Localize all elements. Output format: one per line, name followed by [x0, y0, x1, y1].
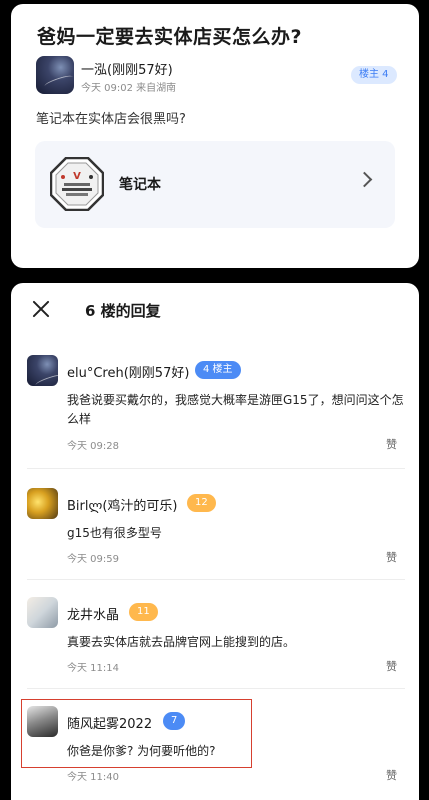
laptop-topic-logo: V	[50, 157, 104, 211]
level-badge: 11	[129, 603, 158, 621]
like-button[interactable]: 赞	[386, 436, 397, 452]
post-title: 爸妈一定要去实体店买怎么办?	[37, 26, 303, 48]
reply-panel: 6 楼的回复 elu°Creh(刚刚57好) 4 楼主 我爸说要买戴尔的，我感觉…	[11, 283, 419, 800]
op-badge: 楼主 4	[351, 66, 397, 84]
topic-card[interactable]: V 笔记本	[35, 141, 395, 228]
chevron-right-icon	[356, 171, 373, 188]
reply-text: g15也有很多型号	[67, 526, 162, 540]
reply-username[interactable]: Birlლ(鸡汁的可乐)	[67, 495, 177, 514]
close-icon[interactable]	[31, 299, 51, 319]
reply-avatar[interactable]	[27, 597, 58, 628]
svg-text:V: V	[73, 171, 81, 182]
floor-badge: 4 楼主	[195, 361, 241, 379]
author-avatar[interactable]	[36, 56, 74, 94]
reply-username[interactable]: 龙井水晶	[67, 604, 119, 623]
reply-text: 真要去实体店就去品牌官网上能搜到的店。	[67, 635, 296, 649]
reply-username[interactable]: elu°Creh(刚刚57好)	[67, 362, 189, 381]
reply-time: 今天 09:28	[67, 441, 119, 452]
post-card: 爸妈一定要去实体店买怎么办? 一泓(刚刚57好) 今天 09:02 来自湖南 楼…	[11, 4, 419, 268]
reply-avatar[interactable]	[27, 488, 58, 519]
panel-title: 6 楼的回复	[85, 302, 161, 320]
post-body: 笔记本在实体店会很黑吗?	[36, 112, 186, 127]
reply-time: 今天 09:59	[67, 554, 119, 565]
level-badge: 12	[187, 494, 216, 512]
divider	[27, 468, 405, 469]
reply-text: 我爸说要买戴尔的，我感觉大概率是游匣G15了，想问问这个怎么样	[67, 393, 404, 426]
post-meta: 今天 09:02 来自湖南	[81, 83, 177, 94]
author-name[interactable]: 一泓(刚刚57好)	[81, 59, 173, 78]
like-button[interactable]: 赞	[386, 767, 397, 783]
highlight-annotation	[21, 699, 252, 768]
divider	[27, 579, 405, 580]
reply-avatar[interactable]	[27, 355, 58, 386]
reply-time: 今天 11:40	[67, 772, 119, 783]
reply-time: 今天 11:14	[67, 663, 119, 674]
like-button[interactable]: 赞	[386, 549, 397, 565]
divider	[27, 688, 405, 689]
like-button[interactable]: 赞	[386, 658, 397, 674]
topic-name: 笔记本	[119, 177, 161, 193]
